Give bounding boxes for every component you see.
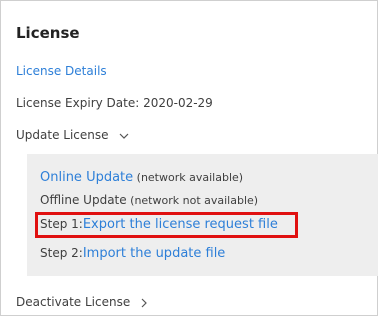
step1-prefix: Step 1: [40, 217, 83, 231]
offline-update-row: Offline Update (network not available) [40, 193, 258, 207]
deactivate-license-label: Deactivate License [16, 295, 131, 309]
update-options-panel: Online Update (network available) Offlin… [27, 154, 378, 276]
online-update-row: Online Update (network available) [40, 170, 243, 185]
deactivate-license-toggle[interactable]: Deactivate License [16, 295, 148, 309]
license-expiry-date: License Expiry Date: 2020-02-29 [16, 96, 213, 110]
step1-row: Step 1:Export the license request file [40, 217, 278, 232]
step2-row: Step 2:Import the update file [40, 246, 225, 261]
license-panel: License License Details License Expiry D… [0, 0, 378, 316]
update-license-label: Update License [16, 128, 109, 142]
offline-update-note: (network not available) [126, 194, 259, 207]
license-details-link[interactable]: License Details [16, 64, 107, 78]
page-title: License [16, 24, 80, 42]
offline-update-label: Offline Update [40, 193, 127, 207]
online-update-link[interactable]: Online Update [40, 170, 133, 185]
chevron-right-icon [140, 297, 148, 308]
update-license-toggle[interactable]: Update License [16, 128, 129, 142]
step2-prefix: Step 2: [40, 246, 83, 260]
chevron-down-icon [119, 130, 129, 140]
export-license-request-link[interactable]: Export the license request file [83, 217, 278, 232]
import-update-file-link[interactable]: Import the update file [83, 246, 225, 261]
online-update-note: (network available) [133, 171, 244, 184]
